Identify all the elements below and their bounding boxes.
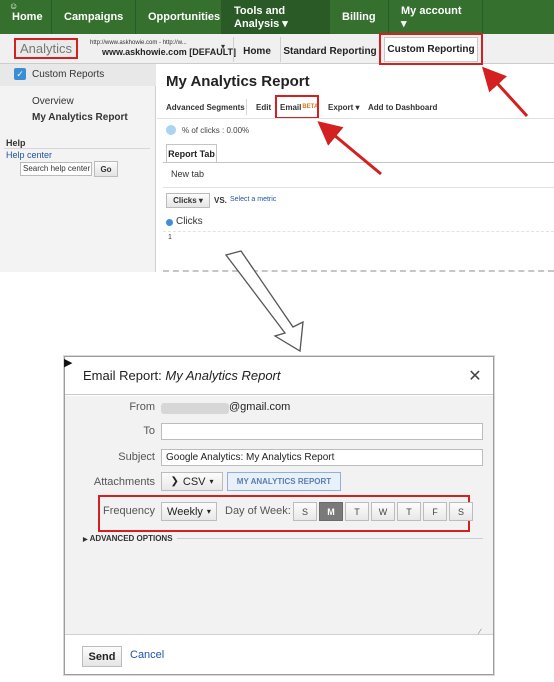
account-url[interactable]: http://www.askhowie.com - http://w... [90,40,187,46]
chart-gridline [163,270,554,272]
custom-reports-icon: ✓ [14,68,26,80]
home-icon: ☺ [9,1,19,11]
advanced-segments-button[interactable]: Advanced Segments [166,98,245,116]
help-center-link[interactable]: Help center [6,150,52,160]
divider [233,37,234,62]
dialog-title-report: My Analytics Report [165,368,281,383]
tab-standard-reporting[interactable]: Standard Reporting [283,40,377,62]
frequency-label: Frequency [103,505,155,517]
attachments-label: Attachments [93,476,155,488]
help-heading: Help [6,138,26,148]
tab-report[interactable]: Report Tab [166,144,217,162]
legend-label: Clicks [176,216,203,227]
chevron-down-icon: ▾ [209,477,214,486]
y-axis-tick: 1 [168,234,172,241]
day-thursday-button[interactable]: T [397,502,421,521]
paperclip-icon: ❯ [170,476,179,487]
tab-home[interactable]: Home [236,40,278,62]
account-dropdown-icon[interactable]: ▾ [221,42,225,51]
day-saturday-button[interactable]: S [449,502,473,521]
nav-home[interactable]: ☺ Home [0,0,52,34]
subject-input[interactable]: Google Analytics: My Analytics Report [161,449,483,466]
attached-report-chip[interactable]: MY ANALYTICS REPORT [227,472,341,491]
analytics-logo: Analytics [14,38,78,59]
day-of-week-label: Day of Week: [225,505,291,517]
advanced-options-toggle[interactable]: ▶ ADVANCED OPTIONS [83,534,173,543]
divider [157,118,554,119]
export-button[interactable]: Export ▾ [328,98,360,116]
divider [163,162,554,163]
day-wednesday-button[interactable]: W [371,502,395,521]
cancel-link[interactable]: Cancel [130,649,164,661]
top-nav-bar: ☺ Home Campaigns Opportunities Tools and… [0,0,554,34]
divider [177,538,483,539]
day-tuesday-button[interactable]: T [345,502,369,521]
format-dropdown[interactable]: ❯ CSV ▾ [161,472,223,491]
nav-billing[interactable]: Billing [330,0,389,34]
chevron-right-icon: ▶ [83,537,88,543]
chart-gridline [163,231,554,232]
divider [246,99,247,115]
analytics-screenshot: ☺ Home Campaigns Opportunities Tools and… [0,0,554,272]
dialog-header: Email Report: My Analytics Report [65,357,493,395]
legend-dot-icon [166,219,173,226]
sidebar-header-label[interactable]: Custom Reports [32,69,104,80]
divider [4,148,150,149]
nav-my-account[interactable]: My account ▾ [389,0,483,34]
nav-tools-analysis[interactable]: Tools and Analysis ▾ [222,0,330,34]
account-name[interactable]: www.askhowie.com [DEFAULT] [102,47,236,57]
report-title: My Analytics Report [166,73,310,90]
sidebar-item-overview[interactable]: Overview [32,96,74,107]
edit-button[interactable]: Edit [256,98,271,116]
nav-opportunities[interactable]: Opportunities [136,0,222,34]
subject-label: Subject [118,451,155,463]
tab-custom-reporting[interactable]: Custom Reporting [384,37,478,62]
redacted-email [161,403,229,414]
dialog-title-prefix: Email Report: [83,368,162,383]
send-button[interactable]: Send [82,646,122,667]
cursor-icon: ▶ [64,357,73,369]
nav-campaigns[interactable]: Campaigns [52,0,136,34]
vs-label: VS. [214,196,227,205]
format-value: CSV [182,475,206,488]
day-sunday-button[interactable]: S [293,502,317,521]
segment-label: % of clicks : 0.00% [182,126,250,135]
day-monday-button[interactable]: M [319,502,343,521]
select-metric-link[interactable]: Select a metric [230,196,276,203]
email-highlight [275,95,319,119]
from-email-suffix: @gmail.com [229,401,291,413]
help-search-input[interactable]: Search help center [20,162,92,176]
add-to-dashboard-button[interactable]: Add to Dashboard [368,98,437,116]
sidebar-item-my-analytics-report[interactable]: My Analytics Report [32,112,128,123]
divider [280,37,281,62]
help-go-button[interactable]: Go [94,161,118,177]
email-report-dialog: Email Report: My Analytics Report ✕ From… [64,356,494,675]
metric-select-button[interactable]: Clicks ▾ [166,193,210,208]
divider [163,187,554,188]
frequency-value: Weekly [167,505,203,518]
segment-icon [166,125,176,135]
chevron-down-icon: ▾ [206,507,211,516]
to-input[interactable] [161,423,483,440]
from-label: From [129,401,155,413]
to-label: To [143,425,155,437]
new-tab-link[interactable]: New tab [171,169,204,179]
frequency-dropdown[interactable]: Weekly ▾ [161,502,217,521]
day-friday-button[interactable]: F [423,502,447,521]
close-icon[interactable]: ✕ [467,368,483,385]
advanced-options-label: ADVANCED OPTIONS [89,534,173,543]
